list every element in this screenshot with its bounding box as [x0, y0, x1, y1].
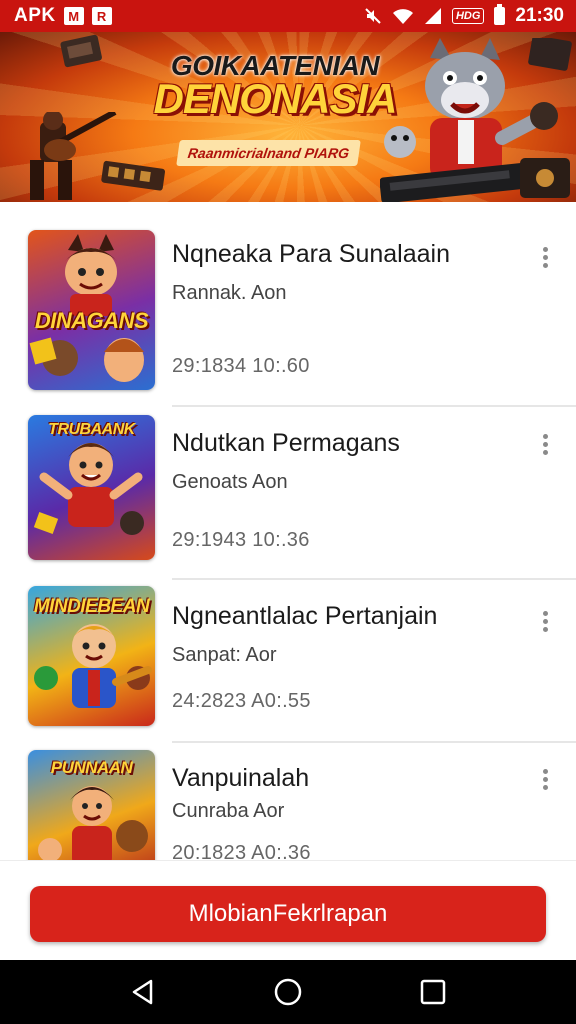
- more-options-icon[interactable]: [532, 242, 558, 272]
- item-subtitle: Rannak. Aon: [172, 282, 287, 304]
- thumbnail-label: PUNNAAN: [50, 758, 133, 777]
- network-badge: HDG: [451, 8, 485, 24]
- game-thumbnail[interactable]: TRUBAANK: [28, 415, 155, 560]
- game-thumbnail[interactable]: DINAGANS: [28, 230, 155, 390]
- floating-crate-icon: [60, 34, 102, 68]
- game-thumbnail[interactable]: MINDIEBEAN: [28, 586, 155, 726]
- item-meta: 29:1834 10:.60: [172, 355, 310, 377]
- list-item[interactable]: MINDIEBEAN Ngneantlalac Pertanjain Sanpa…: [0, 580, 576, 743]
- thumbnail-label: DINAGANS: [34, 308, 149, 333]
- list-item[interactable]: PUNNAAN Vanpuinalah Cunraba Aor 20:1823 …: [0, 742, 576, 860]
- back-icon[interactable]: [119, 968, 167, 1016]
- app-notification-icon: R: [91, 7, 112, 25]
- bottom-action-area: MlobianFekrlrapan: [0, 860, 576, 960]
- item-subtitle: Genoats Aon: [172, 471, 288, 493]
- primary-action-button[interactable]: MlobianFekrlrapan: [30, 886, 546, 942]
- clock: 21:30: [515, 5, 564, 26]
- wifi-icon: [392, 7, 414, 25]
- thumbnail-label: MINDIEBEAN: [33, 596, 150, 617]
- gmail-icon: M: [63, 7, 84, 25]
- list-item[interactable]: DINAGANS Nqneaka Para Sunalaain Rannak. …: [0, 202, 576, 407]
- carrier-label: APK: [14, 5, 56, 26]
- item-meta: 20:1823 A0:.36: [172, 842, 311, 860]
- item-title[interactable]: Nqneaka Para Sunalaain: [172, 240, 450, 269]
- more-options-icon[interactable]: [532, 764, 558, 794]
- list-item[interactable]: TRUBAANK Ndutkan Permagans Genoats Aon 2…: [0, 407, 576, 580]
- item-subtitle: Cunraba Aor: [172, 800, 285, 822]
- game-list[interactable]: DINAGANS Nqneaka Para Sunalaain Rannak. …: [0, 202, 576, 860]
- more-options-icon[interactable]: [532, 606, 558, 636]
- more-options-icon[interactable]: [532, 429, 558, 459]
- film-strip-icon: [101, 160, 165, 191]
- item-subtitle: Sanpat: Aor: [172, 644, 277, 666]
- mute-icon: [364, 7, 382, 25]
- item-title[interactable]: Ngneantlalac Pertanjain: [172, 602, 437, 631]
- item-title[interactable]: Ndutkan Permagans: [172, 429, 400, 458]
- battery-icon: [494, 4, 506, 25]
- status-right: HDG 21:30: [364, 4, 564, 27]
- game-thumbnail[interactable]: PUNNAAN: [28, 750, 155, 860]
- status-left: APK M R: [14, 5, 112, 27]
- banner-subtitle: Raanmicrialnand PIARG: [176, 140, 361, 166]
- hero-banner[interactable]: GOIKAATENIAN DENONASIA Raanmicrialnand P…: [0, 32, 576, 202]
- item-meta: 24:2823 A0:.55: [172, 690, 311, 712]
- system-nav-bar: [0, 960, 576, 1024]
- item-meta: 29:1943 10:.36: [172, 529, 310, 551]
- signal-icon: [424, 7, 442, 25]
- wolf-mascot-illustration: [380, 38, 572, 202]
- banner-title-line2: DENONASIA: [153, 75, 397, 122]
- status-bar: APK M R HDG 21:30: [0, 0, 576, 32]
- item-title[interactable]: Vanpuinalah: [172, 764, 309, 793]
- home-icon[interactable]: [264, 968, 312, 1016]
- banner-title: GOIKAATENIAN DENONASIA: [150, 52, 400, 120]
- thumbnail-label: TRUBAANK: [48, 421, 135, 438]
- recents-icon[interactable]: [409, 968, 457, 1016]
